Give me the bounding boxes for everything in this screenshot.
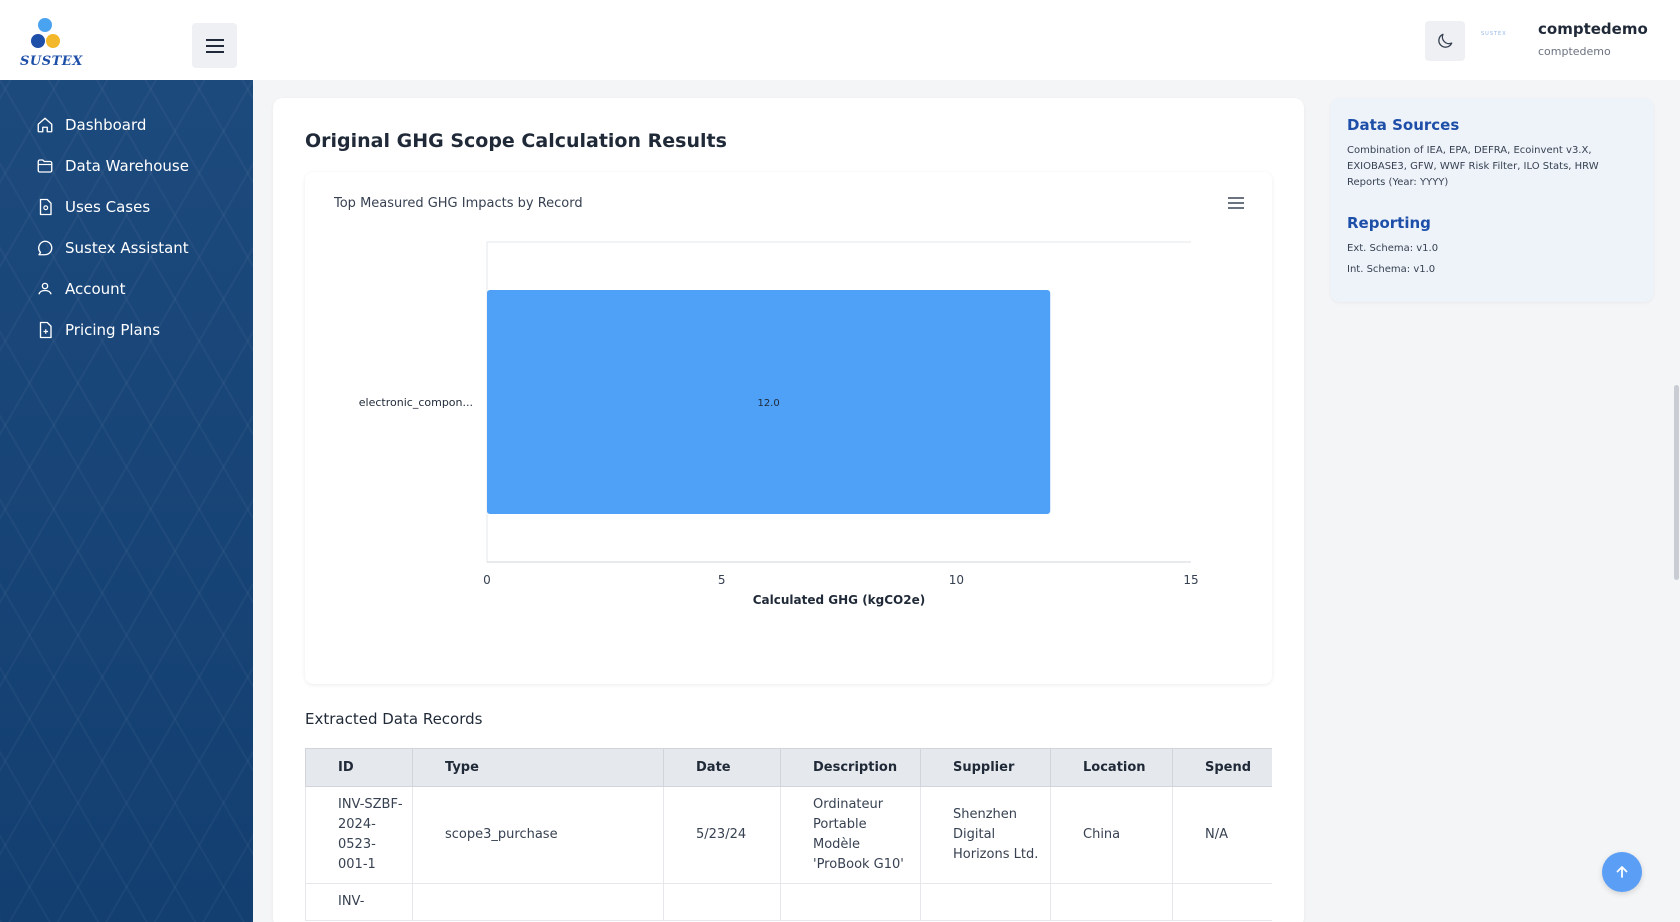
sidebar-item-sustex-assistant[interactable]: Sustex Assistant <box>36 233 189 263</box>
brand-name: SUSTEX <box>20 54 83 69</box>
data-sources-heading: Data Sources <box>1347 116 1460 134</box>
sidebar-item-label: Uses Cases <box>65 198 151 216</box>
sidebar-item-label: Pricing Plans <box>65 321 161 339</box>
ghg-chart-card: 12.0 electronic_compon... 0 5 10 15 Calculated… <box>305 172 1272 684</box>
sidebar-item-label: Account <box>65 280 126 298</box>
sidebar-item-uses-cases[interactable]: Uses Cases <box>36 192 150 222</box>
scroll-to-top-button[interactable] <box>1602 852 1642 892</box>
reporting-heading: Reporting <box>1347 214 1431 232</box>
records-title: Extracted Data Records <box>305 710 483 728</box>
page-title: Original GHG Scope Calculation Results <box>305 130 727 152</box>
sidebar-item-pricing-plans[interactable]: Pricing Plans <box>36 315 160 345</box>
table-cell: INV- <box>305 883 413 921</box>
column-header-description[interactable]: Description <box>780 748 921 787</box>
brand-logo[interactable]: SUSTEX <box>18 16 82 72</box>
table-row[interactable]: INV-SZBF-2024-0523-001-1 scope3_purchase… <box>305 786 1272 884</box>
results-card: Original GHG Scope Calculation Results 1… <box>273 98 1304 922</box>
logo-hex-icon <box>31 34 45 48</box>
hamburger-icon <box>205 38 224 53</box>
records-table-container[interactable]: ID Type Date Description Supplier Locati… <box>305 748 1272 922</box>
x-axis-label: Calculated GHG (kgCO2e) <box>753 593 925 607</box>
column-header-type[interactable]: Type <box>412 748 664 787</box>
folder-icon <box>37 159 53 173</box>
avatar[interactable]: SUSTEX <box>1481 31 1527 43</box>
table-cell <box>1050 883 1173 921</box>
theme-toggle-button[interactable] <box>1425 21 1465 61</box>
chat-icon <box>38 240 53 256</box>
ext-schema-text: Ext. Schema: v1.0 <box>1347 243 1439 254</box>
y-tick-label: electronic_compon... <box>359 396 473 409</box>
users-icon <box>38 282 52 295</box>
bar-data-label: 12.0 <box>757 398 779 409</box>
price-tag-icon <box>39 321 52 339</box>
top-header: SUSTEX SUSTEX comptedemo comptedemo <box>0 0 1680 80</box>
table-cell: N/A <box>1172 786 1272 884</box>
x-tick-label: 10 <box>949 573 964 587</box>
sidebar-item-data-warehouse[interactable]: Data Warehouse <box>36 151 189 181</box>
sidebar-item-label: Sustex Assistant <box>65 239 189 257</box>
user-subtitle: comptedemo <box>1538 45 1611 58</box>
table-cell <box>780 883 921 921</box>
table-cell: INV-SZBF-2024-0523-001-1 <box>305 786 413 884</box>
ghg-bar-chart: 12.0 electronic_compon... 0 5 10 15 Calculated… <box>359 241 1199 607</box>
int-schema-text: Int. Schema: v1.0 <box>1347 264 1436 275</box>
column-header-spend[interactable]: Spend <box>1172 748 1272 787</box>
table-cell <box>920 883 1051 921</box>
document-icon <box>39 198 52 216</box>
info-panel: Data Sources Combination of IEA, EPA, DE… <box>1330 98 1654 302</box>
table-row[interactable]: INV- <box>305 883 1272 921</box>
sidebar-item-label: Data Warehouse <box>65 157 189 175</box>
column-header-date[interactable]: Date <box>663 748 781 787</box>
user-name[interactable]: comptedemo <box>1538 20 1648 38</box>
table-cell: scope3_purchase <box>412 786 664 884</box>
table-cell: China <box>1050 786 1173 884</box>
table-header-row: ID Type Date Description Supplier Locati… <box>305 748 1272 787</box>
page-scrollbar[interactable] <box>1674 385 1679 580</box>
home-icon <box>37 117 53 133</box>
table-cell: 5/23/24 <box>663 786 781 884</box>
column-header-id[interactable]: ID <box>305 748 413 787</box>
column-header-location[interactable]: Location <box>1050 748 1173 787</box>
records-table: ID Type Date Description Supplier Locati… <box>305 748 1272 921</box>
table-cell <box>1172 883 1272 921</box>
chart-title: Top Measured GHG Impacts by Record <box>334 196 583 211</box>
data-sources-text: Combination of IEA, EPA, DEFRA, Ecoinven… <box>1347 145 1599 188</box>
sidebar-item-account[interactable]: Account <box>36 274 126 304</box>
x-tick-label: 5 <box>718 573 726 587</box>
logo-hex-icon <box>46 34 60 48</box>
moon-icon <box>1438 33 1453 48</box>
table-cell <box>412 883 664 921</box>
chart-menu-icon[interactable] <box>1227 196 1245 210</box>
x-tick-label: 15 <box>1183 573 1198 587</box>
arrow-up-icon <box>1616 866 1628 878</box>
table-cell <box>663 883 781 921</box>
sidebar-toggle-button[interactable] <box>192 23 237 68</box>
logo-hex-icon <box>38 18 52 32</box>
x-tick-label: 0 <box>483 573 491 587</box>
sidebar: Dashboard Data Warehouse Uses Cases Sust… <box>0 80 253 922</box>
sidebar-item-label: Dashboard <box>65 116 147 134</box>
table-cell: Shenzhen Digital Horizons Ltd. <box>920 786 1051 884</box>
sidebar-item-dashboard[interactable]: Dashboard <box>36 110 146 140</box>
table-cell: Ordinateur Portable Modèle 'ProBook G10' <box>780 786 921 884</box>
column-header-supplier[interactable]: Supplier <box>920 748 1051 787</box>
